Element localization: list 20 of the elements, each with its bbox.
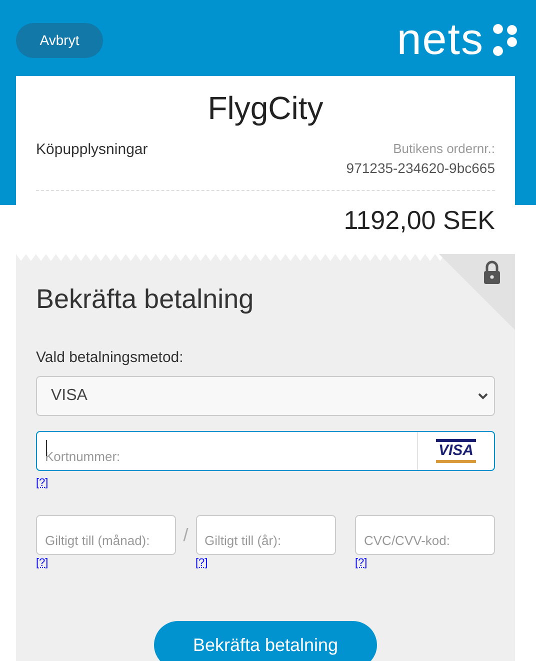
- order-number: 971235-234620-9bc665: [346, 160, 495, 176]
- help-link[interactable]: [?]: [36, 477, 48, 489]
- lock-icon: [439, 254, 515, 330]
- help-link[interactable]: [?]: [355, 557, 368, 569]
- logo: nets: [396, 18, 484, 62]
- order-number-label: Butikens ordernr.:: [393, 141, 495, 156]
- merchant-name: FlygCity: [206, 90, 324, 127]
- method-label: Vald betalningsmetod:: [36, 349, 184, 366]
- help-link[interactable]: [?]: [36, 557, 48, 569]
- separator: /: [182, 524, 190, 546]
- amount: 1192,00 SEK: [342, 204, 495, 237]
- chevron-icon: [478, 392, 488, 400]
- card-number-field[interactable]: Kortnummer: VISA: [36, 431, 495, 471]
- help-link[interactable]: [?]: [196, 557, 208, 569]
- section-title: Bekräfta betalning: [36, 284, 255, 315]
- method-select[interactable]: VISA: [36, 376, 495, 416]
- cancel-button[interactable]: Avbryt: [16, 22, 103, 58]
- card-brand-logo: VISA: [436, 439, 476, 463]
- dots-icon: [492, 23, 518, 57]
- purchase-info-label: Köpupplysningar: [36, 141, 148, 160]
